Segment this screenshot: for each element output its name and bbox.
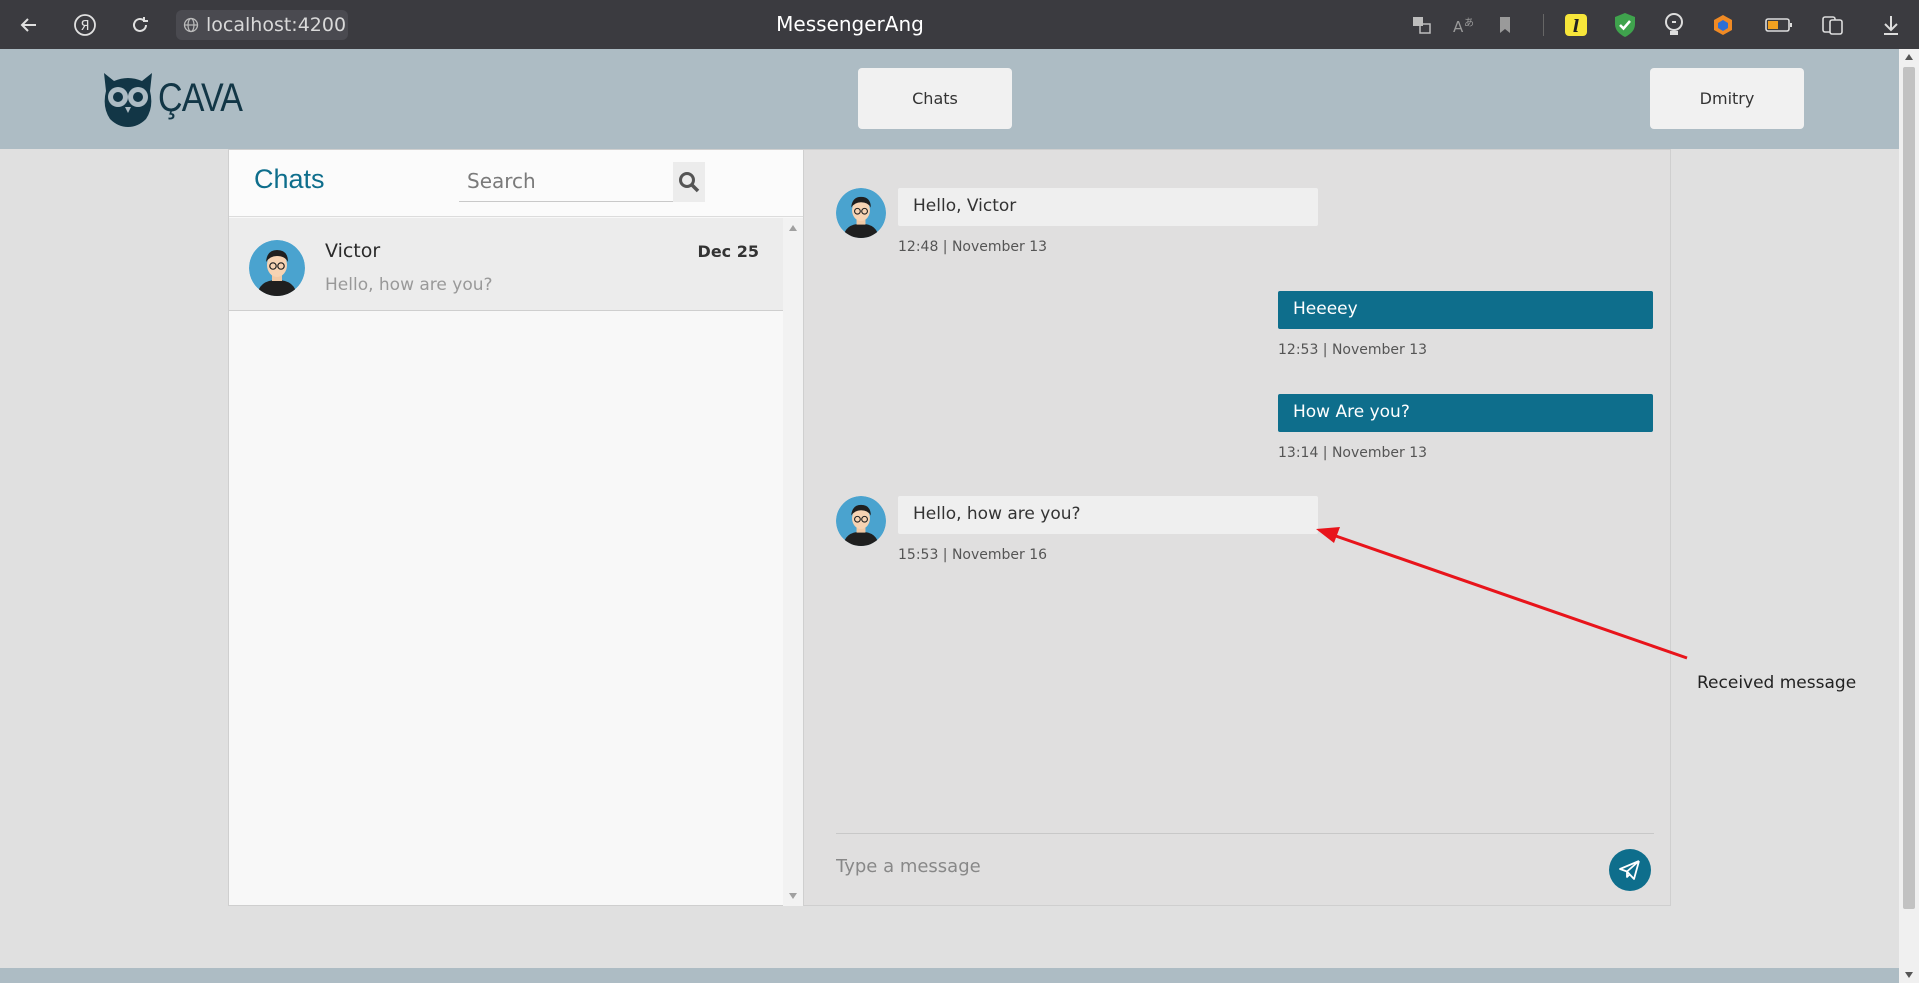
- page-scroll-thumb[interactable]: [1903, 67, 1915, 909]
- annotation-label: Received message: [1697, 673, 1857, 693]
- app-footer: [0, 968, 1899, 983]
- page-scrollbar[interactable]: [1899, 49, 1919, 983]
- page-scroll-up-icon[interactable]: [1905, 54, 1913, 60]
- page-scroll-down-icon[interactable]: [1905, 972, 1913, 978]
- annotation-arrow: [1316, 527, 1688, 660]
